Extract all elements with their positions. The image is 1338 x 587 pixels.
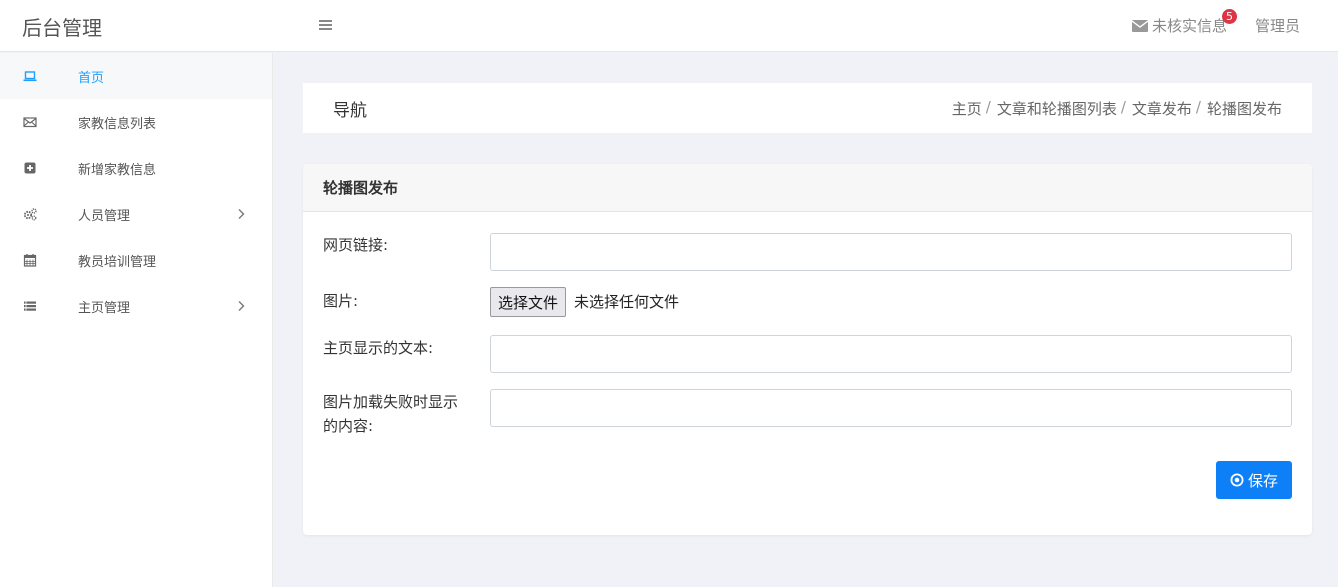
user-menu[interactable]: 管理员: [1255, 15, 1300, 36]
alt-text-label: 图片加载失败时显示的内容:: [323, 393, 459, 435]
brand-title: 后台管理: [22, 16, 102, 40]
laptop-icon: [23, 71, 37, 82]
image-label: 图片:: [323, 292, 359, 310]
alt-text-input[interactable]: [490, 389, 1292, 427]
circle-dot-icon: [1230, 473, 1244, 487]
breadcrumb-item-article-list[interactable]: 文章和轮播图列表: [997, 98, 1117, 119]
breadcrumb-item-current: 轮播图发布: [1206, 99, 1282, 118]
sidebar-item-label: 首页: [78, 70, 105, 86]
top-bar: 后台管理 未核实信息 5 管理员: [0, 0, 1338, 52]
sidebar-item-training[interactable]: 教员培训管理: [0, 237, 272, 283]
home-text-label: 主页显示的文本:: [323, 339, 434, 357]
list-icon: [24, 301, 36, 311]
sidebar-item-home[interactable]: 首页: [0, 53, 272, 99]
home-text-input[interactable]: [490, 335, 1292, 373]
file-status-text: 未选择任何文件: [574, 293, 680, 311]
breadcrumb-item-home[interactable]: 主页: [952, 98, 982, 119]
sidebar-item-label: 教员培训管理: [78, 254, 157, 270]
carousel-publish-card: 轮播图发布 网页链接: 图片: 选择文件 未选择任何文件 主页显示的文本: 图片…: [303, 164, 1312, 535]
save-button-label: 保存: [1247, 471, 1278, 490]
sidebar: 首页 家教信息列表 新增家教信息 人员管理 教员培训管理 主页管理: [0, 53, 273, 587]
sidebar-item-label: 家教信息列表: [78, 116, 157, 132]
link-label: 网页链接:: [323, 236, 389, 254]
sidebar-item-staff[interactable]: 人员管理: [0, 191, 272, 237]
breadcrumb: 主页 / 文章和轮播图列表 / 文章发布 / 轮播图发布: [952, 98, 1282, 119]
sidebar-item-label: 人员管理: [78, 208, 131, 224]
choose-file-button[interactable]: 选择文件: [490, 287, 567, 317]
envelope-icon: [23, 117, 37, 128]
sidebar-item-label: 新增家教信息: [78, 162, 157, 178]
sidebar-item-add-tutor[interactable]: 新增家教信息: [0, 145, 272, 191]
card-title: 轮播图发布: [303, 164, 1312, 212]
chevron-right-icon: [238, 209, 245, 219]
sidebar-item-label: 主页管理: [78, 300, 131, 316]
sidebar-item-homepage[interactable]: 主页管理: [0, 283, 272, 329]
breadcrumb-separator: /: [1120, 97, 1126, 116]
breadcrumb-panel: 导航 主页 / 文章和轮播图列表 / 文章发布 / 轮播图发布: [303, 83, 1312, 133]
gears-icon: [23, 208, 37, 221]
page-title: 导航: [333, 100, 367, 121]
unverified-messages-link[interactable]: 未核实信息 5: [1131, 9, 1237, 36]
breadcrumb-item-article-publish[interactable]: 文章发布: [1132, 98, 1192, 119]
link-input[interactable]: [490, 233, 1292, 271]
save-button[interactable]: 保存: [1216, 461, 1292, 499]
envelope-icon: [1131, 19, 1148, 32]
unverified-count-badge: 5: [1221, 9, 1237, 24]
menu-toggle-icon[interactable]: [318, 17, 334, 33]
unverified-label: 未核实信息: [1151, 17, 1227, 35]
chevron-right-icon: [238, 301, 245, 311]
sidebar-item-tutor-list[interactable]: 家教信息列表: [0, 99, 272, 145]
breadcrumb-separator: /: [985, 97, 991, 116]
plus-square-icon: [24, 162, 36, 174]
calendar-icon: [23, 254, 37, 267]
breadcrumb-separator: /: [1195, 97, 1201, 116]
